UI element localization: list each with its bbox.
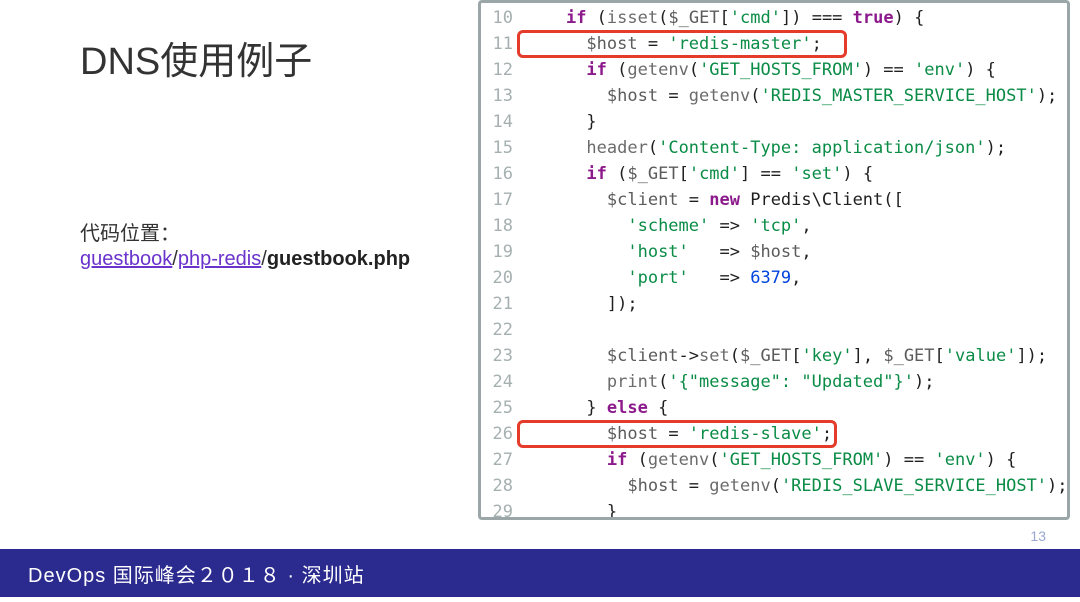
- line-number: 11: [481, 31, 521, 57]
- code-line: 13 $host = getenv('REDIS_MASTER_SERVICE_…: [481, 83, 1067, 109]
- line-number: 24: [481, 369, 521, 395]
- line-number: 27: [481, 447, 521, 473]
- line-number: 23: [481, 343, 521, 369]
- code-line: 16 if ($_GET['cmd'] == 'set') {: [481, 161, 1067, 187]
- line-number: 22: [481, 317, 521, 343]
- line-number: 29: [481, 499, 521, 520]
- line-number: 19: [481, 239, 521, 265]
- line-number: 20: [481, 265, 521, 291]
- line-number: 28: [481, 473, 521, 499]
- code-content: } else {: [521, 395, 668, 421]
- code-content: $host = getenv('REDIS_MASTER_SERVICE_HOS…: [521, 83, 1057, 109]
- line-number: 17: [481, 187, 521, 213]
- code-location: 代码位置： guestbook/php-redis/guestbook.php: [80, 217, 410, 271]
- code-line: 20 'port' => 6379,: [481, 265, 1067, 291]
- line-number: 16: [481, 161, 521, 187]
- code-content: if (getenv('GET_HOSTS_FROM') == 'env') {: [521, 447, 1016, 473]
- code-line: 27 if (getenv('GET_HOSTS_FROM') == 'env'…: [481, 447, 1067, 473]
- code-content: }: [521, 109, 597, 135]
- code-line: 15 header('Content-Type: application/jso…: [481, 135, 1067, 161]
- code-content: 'host' => $host,: [521, 239, 812, 265]
- code-content: $client->set($_GET['key'], $_GET['value'…: [521, 343, 1047, 369]
- page-number: 13: [1030, 528, 1046, 544]
- path-link-php-redis[interactable]: php-redis: [178, 248, 261, 270]
- footer-bar: DevOps 国际峰会２０１８ · 深圳站: [0, 549, 1080, 597]
- code-line: 19 'host' => $host,: [481, 239, 1067, 265]
- line-number: 18: [481, 213, 521, 239]
- code-content: print('{"message": "Updated"}');: [521, 369, 934, 395]
- slide-title: DNS使用例子: [80, 30, 312, 85]
- code-content: $host = getenv('REDIS_SLAVE_SERVICE_HOST…: [521, 473, 1068, 499]
- code-content: $host = 'redis-slave';: [521, 421, 832, 447]
- line-number: 21: [481, 291, 521, 317]
- line-number: 25: [481, 395, 521, 421]
- code-line: 26 $host = 'redis-slave';: [481, 421, 1067, 447]
- code-content: if ($_GET['cmd'] == 'set') {: [521, 161, 873, 187]
- code-content: $client = new Predis\Client([: [521, 187, 904, 213]
- code-line: 18 'scheme' => 'tcp',: [481, 213, 1067, 239]
- code-content: if (getenv('GET_HOSTS_FROM') == 'env') {: [521, 57, 996, 83]
- code-content: }: [521, 499, 617, 520]
- code-line: 14 }: [481, 109, 1067, 135]
- line-number: 13: [481, 83, 521, 109]
- line-number: 14: [481, 109, 521, 135]
- code-line: 28 $host = getenv('REDIS_SLAVE_SERVICE_H…: [481, 473, 1067, 499]
- path-filename: guestbook.php: [267, 248, 410, 270]
- code-line: 23 $client->set($_GET['key'], $_GET['val…: [481, 343, 1067, 369]
- code-line: 12 if (getenv('GET_HOSTS_FROM') == 'env'…: [481, 57, 1067, 83]
- code-content: 'port' => 6379,: [521, 265, 801, 291]
- path-link-guestbook[interactable]: guestbook: [80, 248, 172, 270]
- code-content: ]);: [521, 291, 638, 317]
- code-content: header('Content-Type: application/json')…: [521, 135, 1006, 161]
- code-panel: 10 if (isset($_GET['cmd']) === true) {11…: [478, 0, 1070, 520]
- code-content: $host = 'redis-master';: [521, 31, 822, 57]
- code-line: 17 $client = new Predis\Client([: [481, 187, 1067, 213]
- line-number: 26: [481, 421, 521, 447]
- code-line: 11 $host = 'redis-master';: [481, 31, 1067, 57]
- code-line: 10 if (isset($_GET['cmd']) === true) {: [481, 5, 1067, 31]
- line-number: 10: [481, 5, 521, 31]
- code-line: 24 print('{"message": "Updated"}');: [481, 369, 1067, 395]
- code-line: 22: [481, 317, 1067, 343]
- code-line: 21 ]);: [481, 291, 1067, 317]
- footer-text: DevOps 国际峰会２０１８ · 深圳站: [28, 559, 365, 588]
- code-path: guestbook/php-redis/guestbook.php: [80, 248, 410, 270]
- code-content: 'scheme' => 'tcp',: [521, 213, 812, 239]
- line-number: 15: [481, 135, 521, 161]
- code-line: 29 }: [481, 499, 1067, 520]
- code-content: if (isset($_GET['cmd']) === true) {: [521, 5, 924, 31]
- line-number: 12: [481, 57, 521, 83]
- code-line: 25 } else {: [481, 395, 1067, 421]
- code-location-label: 代码位置：: [80, 217, 410, 246]
